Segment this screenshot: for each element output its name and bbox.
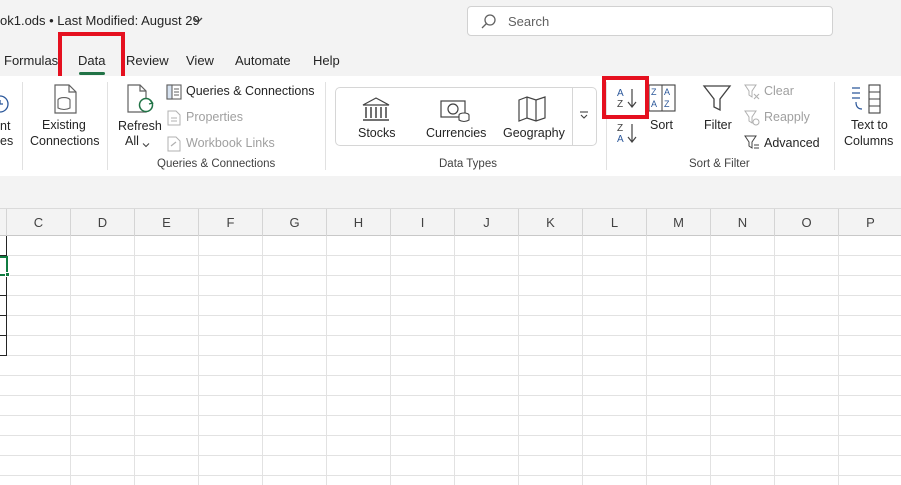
stocks-icon[interactable] (361, 97, 391, 128)
column-header-f[interactable]: F (199, 209, 263, 237)
svg-text:A: A (664, 87, 670, 97)
column-header-h[interactable]: H (327, 209, 391, 237)
tab-review[interactable]: Review (126, 53, 169, 68)
sort-z-to-a-icon[interactable]: Z A (616, 121, 638, 150)
highlight-sort-a-to-z (602, 76, 649, 119)
search-icon (480, 13, 498, 36)
chevron-down-icon[interactable] (192, 13, 204, 31)
get-data-icon[interactable] (0, 90, 12, 121)
existing-connections-icon[interactable] (50, 82, 80, 121)
gallery-more-icon[interactable] (578, 109, 590, 127)
tab-formulas[interactable]: Formulas (4, 53, 58, 68)
column-header-e[interactable]: E (135, 209, 199, 237)
search-box[interactable]: Search (467, 6, 833, 36)
get-data-label-partial[interactable]: nt (0, 119, 10, 133)
sort-label[interactable]: Sort (650, 118, 673, 132)
workbook-links-icon (167, 136, 181, 157)
clear-filter-icon (744, 84, 760, 105)
existing-connections-label-1[interactable]: Existing (42, 118, 86, 132)
column-header-c[interactable]: C (7, 209, 71, 237)
column-header-g[interactable]: G (263, 209, 327, 237)
currencies-icon[interactable] (439, 97, 471, 128)
advanced-filter-icon[interactable] (744, 135, 760, 156)
queries-connections-icon[interactable] (166, 84, 182, 105)
svg-text:A: A (651, 99, 657, 109)
fill-handle[interactable] (5, 272, 10, 277)
column-header-n[interactable]: N (711, 209, 775, 237)
existing-connections-label-2[interactable]: Connections (30, 134, 100, 148)
column-header-l[interactable]: L (583, 209, 647, 237)
refresh-all-label-1[interactable]: Refresh (118, 119, 162, 133)
data-types-gallery: Stocks Currencies Geography (335, 87, 597, 146)
text-to-columns-icon[interactable] (850, 82, 884, 121)
clear-button[interactable]: Clear (764, 84, 794, 98)
column-header-m[interactable]: M (647, 209, 711, 237)
svg-text:Z: Z (664, 99, 670, 109)
chevron-down-icon[interactable] (142, 136, 150, 154)
geography-label[interactable]: Geography (503, 126, 565, 140)
column-header-o[interactable]: O (775, 209, 839, 237)
text-to-columns-label-1[interactable]: Text to (851, 118, 888, 132)
properties-icon (167, 110, 181, 131)
svg-text:A: A (617, 134, 624, 145)
filter-icon[interactable] (702, 84, 732, 119)
refresh-all-label-2[interactable]: All (125, 134, 139, 148)
spreadsheet-grid[interactable]: C D E F G H I J K L M N O P (0, 208, 901, 485)
column-header-d[interactable]: D (71, 209, 135, 237)
column-header-i[interactable]: I (391, 209, 455, 237)
tab-automate[interactable]: Automate (235, 53, 291, 68)
reapply-button[interactable]: Reapply (764, 110, 810, 124)
svg-text:Z: Z (617, 123, 623, 134)
tab-help[interactable]: Help (313, 53, 340, 68)
geography-icon[interactable] (517, 95, 547, 128)
queries-connections-button[interactable]: Queries & Connections (186, 84, 315, 98)
sort-filter-group-label: Sort & Filter (689, 158, 750, 170)
column-header-row: C D E F G H I J K L M N O P (0, 208, 901, 237)
title-bar: ok1.ods • Last Modified: August 29 Searc… (0, 0, 901, 42)
currencies-label[interactable]: Currencies (426, 126, 486, 140)
filter-label[interactable]: Filter (704, 118, 732, 132)
ribbon: nt es Existing Connections Refresh All Q… (0, 76, 901, 178)
text-to-columns-label-2[interactable]: Columns (844, 134, 893, 148)
queries-connections-group-label: Queries & Connections (157, 158, 276, 170)
data-types-group-label: Data Types (439, 158, 497, 170)
advanced-button[interactable]: Advanced (764, 136, 820, 150)
formula-bar-area (0, 178, 901, 208)
ribbon-panel: nt es Existing Connections Refresh All Q… (0, 76, 901, 176)
column-header-partial[interactable] (0, 209, 7, 237)
column-header-p[interactable]: P (839, 209, 901, 237)
properties-button[interactable]: Properties (186, 110, 243, 124)
refresh-all-icon[interactable] (124, 82, 156, 121)
workbook-links-button[interactable]: Workbook Links (186, 136, 275, 150)
column-header-k[interactable]: K (519, 209, 583, 237)
stocks-label[interactable]: Stocks (358, 126, 396, 140)
ribbon-tabs: Formulas Data Review View Automate Help (0, 42, 901, 76)
search-placeholder: Search (508, 14, 550, 29)
svg-text:Z: Z (651, 87, 657, 97)
tab-view[interactable]: View (186, 53, 214, 68)
reapply-icon (744, 110, 760, 131)
sort-icon[interactable]: Z A A Z (648, 84, 676, 117)
get-data-label-partial-2[interactable]: es (0, 134, 13, 148)
column-header-j[interactable]: J (455, 209, 519, 237)
document-title[interactable]: ok1.ods • Last Modified: August 29 (0, 13, 200, 28)
